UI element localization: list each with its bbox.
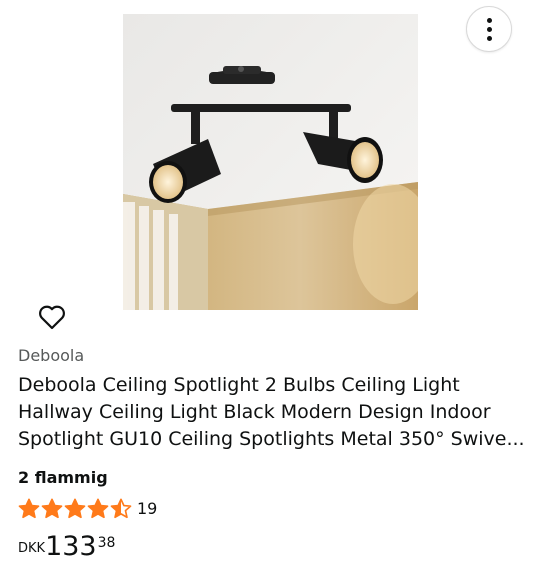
price-whole: 133 — [45, 531, 97, 562]
price-currency: DKK — [18, 541, 46, 556]
star-rating — [18, 498, 133, 520]
product-price: DKK 133 38 — [18, 531, 115, 565]
more-vertical-icon — [486, 17, 492, 41]
product-brand: Deboola — [18, 346, 85, 365]
star-icon — [41, 498, 63, 519]
star-icon — [110, 498, 132, 519]
product-card: Deboola Deboola Ceiling Spotlight 2 Bulb… — [0, 0, 540, 575]
more-options-button[interactable] — [466, 6, 512, 52]
star-icon — [87, 498, 109, 519]
rating-count: 19 — [137, 499, 158, 518]
star-icon — [18, 498, 40, 519]
price-fraction: 38 — [97, 535, 116, 551]
rating-row[interactable]: 19 — [18, 496, 157, 522]
wishlist-button[interactable] — [36, 302, 68, 332]
star-icon — [64, 498, 86, 519]
heart-outline-icon — [39, 305, 65, 330]
product-image[interactable] — [123, 14, 418, 310]
product-variant: 2 flammig — [18, 468, 108, 487]
product-title[interactable]: Deboola Ceiling Spotlight 2 Bulbs Ceilin… — [18, 372, 528, 453]
